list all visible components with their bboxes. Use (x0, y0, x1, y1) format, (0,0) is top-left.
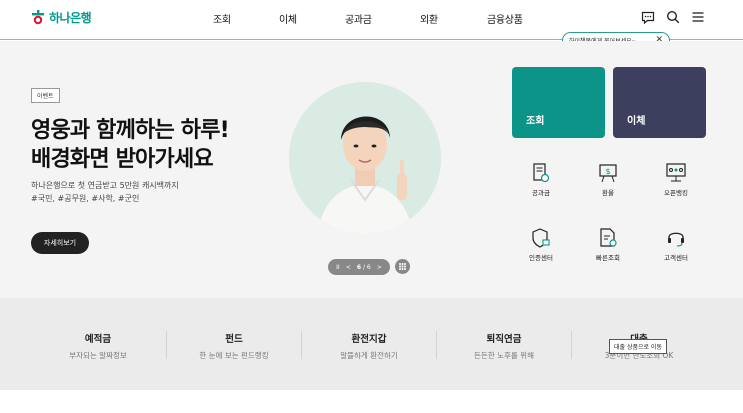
hero-person-image (289, 82, 441, 234)
shortcut-deposits[interactable]: 예적금 부자되는 알짜정보 (31, 331, 165, 361)
quick-fast-inquiry-label: 빠른조회 (596, 254, 620, 262)
quick-exchange-rate-label: 환율 (602, 189, 614, 197)
shortcut-currency-wallet-title: 환전지갑 (351, 334, 387, 345)
nav-foreign-exchange[interactable]: 외환 (420, 11, 438, 26)
quick-certificate-center[interactable]: 인증센터 (511, 227, 571, 262)
hero-title: 영웅과 함께하는 하루! 배경화면 받아가세요 (31, 116, 230, 174)
transfer-card-label: 이체 (627, 116, 646, 127)
quick-exchange-rate[interactable]: $ 환율 (578, 162, 638, 197)
shortcut-funds-sub: 한 눈에 보는 펀드랭킹 (199, 351, 269, 360)
hero-desc-line1: 하나은행으로 첫 연금받고 5만원 캐시백까지 (31, 181, 179, 190)
hero-title-line2: 배경화면 받아가세요 (31, 147, 214, 172)
slide-pager: II < 6 / 6 > (328, 259, 390, 275)
slide-counter: 6 / 6 (356, 263, 371, 271)
utility-icons (641, 10, 705, 24)
next-slide-icon[interactable]: > (377, 264, 382, 271)
shortcut-currency-wallet-sub: 알뜰하게 환전하기 (340, 351, 398, 360)
shortcut-retirement-pension[interactable]: 퇴직연금 든든한 노후를 위해 (437, 331, 571, 361)
quick-open-banking-label: 오픈뱅킹 (664, 189, 688, 197)
shortcut-retirement-pension-sub: 든든한 노후를 위해 (474, 351, 534, 360)
grid-icon (399, 263, 406, 270)
shortcut-retirement-pension-title: 퇴직연금 (486, 334, 522, 345)
hero-desc-line2: #국민, #공무원, #사학, #군인 (31, 194, 140, 203)
slide-current: 6 (356, 263, 362, 271)
quick-utility-bills[interactable]: 공과금 (511, 162, 571, 197)
quick-open-banking[interactable]: 오픈뱅킹 (646, 162, 706, 197)
chatbot-icon[interactable] (641, 10, 655, 24)
slide-list-button[interactable] (395, 259, 410, 274)
shortcut-deposits-title: 예적금 (84, 334, 112, 345)
quick-fast-inquiry[interactable]: 빠른조회 (578, 227, 638, 262)
hero-banner: 이벤트 영웅과 함께하는 하루! 배경화면 받아가세요 하나은행으로 첫 연금받… (0, 41, 743, 298)
inquiry-card-label: 조회 (526, 116, 545, 127)
quick-customer-center[interactable]: 고객센터 (646, 227, 706, 262)
pause-icon[interactable]: II (336, 264, 340, 271)
hero-title-line1: 영웅과 함께하는 하루! (31, 118, 230, 143)
bill-icon (533, 163, 550, 183)
loan-tooltip: 대출 상품으로 이동 (609, 339, 667, 354)
inquiry-card[interactable]: 조회 (512, 67, 605, 138)
details-button[interactable]: 자세히보기 (31, 232, 89, 254)
shield-lock-icon (532, 228, 550, 248)
document-search-icon (600, 228, 617, 247)
nav-transfer[interactable]: 이체 (279, 11, 297, 26)
quick-customer-center-label: 고객센터 (664, 254, 688, 262)
nav-financial-products[interactable]: 금융상품 (487, 11, 523, 26)
nav-inquiry[interactable]: 조회 (213, 11, 231, 26)
shortcut-funds-title: 펀드 (225, 334, 243, 345)
shortcut-deposits-sub: 부자되는 알짜정보 (69, 351, 127, 360)
exchange-rate-icon: $ (599, 164, 617, 183)
event-tag: 이벤트 (31, 88, 60, 103)
shortcut-currency-wallet[interactable]: 환전지갑 알뜰하게 환전하기 (302, 331, 436, 361)
quick-certificate-center-label: 인증센터 (529, 254, 553, 262)
slide-total: 6 (366, 263, 371, 271)
search-icon[interactable] (666, 10, 680, 24)
hero-description: 하나은행으로 첫 연금받고 5만원 캐시백까지 #국민, #공무원, #사학, … (31, 179, 179, 205)
prev-slide-icon[interactable]: < (346, 264, 351, 271)
main-nav: 조회 이체 공과금 외환 금융상품 (0, 11, 743, 27)
open-banking-icon (666, 163, 686, 182)
svg-text:$: $ (605, 167, 610, 176)
menu-icon[interactable] (691, 10, 705, 24)
transfer-card[interactable]: 이체 (613, 67, 706, 138)
quick-utility-bills-label: 공과금 (532, 189, 550, 197)
nav-utility-bills[interactable]: 공과금 (345, 11, 372, 26)
headset-icon (668, 232, 684, 247)
shortcut-funds[interactable]: 펀드 한 눈에 보는 펀드랭킹 (167, 331, 301, 361)
person-illustration (289, 82, 441, 234)
